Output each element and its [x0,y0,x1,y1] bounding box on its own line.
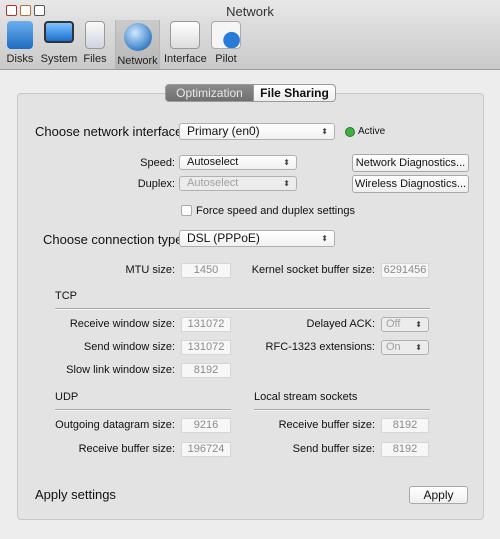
globe-icon [123,23,152,51]
delayed-ack-label: Delayed ACK: [306,318,375,330]
connection-type-select[interactable]: DSL (PPPoE) ⬍ [179,230,335,247]
local-heading: Local stream sockets [254,391,358,403]
speed-label: Speed: [140,157,175,169]
tab-file-sharing[interactable]: File Sharing [254,84,336,102]
connection-type-value: DSL (PPPoE) [187,231,260,245]
kernel-input[interactable]: 6291456 [381,263,429,278]
rfc-select[interactable]: On ⬍ [381,340,429,355]
udp-outgoing-input[interactable]: 9216 [181,418,231,433]
disks-icon [7,21,33,49]
speed-select[interactable]: Autoselect ⬍ [179,155,297,170]
status-text: Active [358,126,386,137]
duplex-select[interactable]: Autoselect ⬍ [179,176,297,191]
speed-value: Autoselect [187,156,239,168]
tab-optimization[interactable]: Optimization [165,84,254,102]
interface-value: Primary (en0) [187,124,260,138]
network-diagnostics-button[interactable]: Network Diagnostics... [352,154,469,172]
local-receive-input[interactable]: 8192 [381,418,429,433]
duplex-value: Autoselect [187,177,239,189]
delayed-ack-value: Off [386,318,401,330]
toolbar-item-disks[interactable]: Disks [2,18,38,68]
files-icon [85,21,105,49]
kernel-label: Kernel socket buffer size: [251,264,375,276]
wireless-diagnostics-button[interactable]: Wireless Diagnostics... [352,175,469,193]
delayed-ack-select[interactable]: Off ⬍ [381,317,429,332]
updown-icon: ⬍ [321,234,328,243]
tcp-receive-input[interactable]: 131072 [181,317,231,332]
title-bar: Network Disks System Files Network Inter… [0,0,500,70]
interface-icon [170,21,200,49]
apply-settings-label: Apply settings [35,487,116,502]
interface-label: Choose network interface: [35,124,187,139]
pilot-icon [211,21,241,49]
status-active-icon [345,127,355,137]
window-title: Network [226,4,274,19]
toolbar-item-pilot[interactable]: Pilot [210,18,242,68]
local-send-label: Send buffer size: [292,443,375,455]
force-checkbox[interactable] [181,205,192,216]
connection-type-label: Choose connection type: [43,232,187,247]
toolbar-item-files[interactable]: Files [80,18,110,68]
udp-receive-label: Receive buffer size: [78,443,175,455]
udp-receive-input[interactable]: 196724 [181,442,231,457]
updown-icon: ⬍ [283,158,290,167]
updown-icon: ⬍ [415,343,422,352]
tcp-heading: TCP [55,290,77,302]
interface-select[interactable]: Primary (en0) ⬍ [179,123,335,140]
tcp-receive-label: Receive window size: [69,318,175,330]
udp-outgoing-label: Outgoing datagram size: [55,419,175,431]
updown-icon: ⬍ [415,320,422,329]
rfc-value: On [386,341,401,353]
rfc-label: RFC-1323 extensions: [265,341,375,353]
tcp-slow-label: Slow link window size: [66,364,175,376]
toolbar-item-network[interactable]: Network [115,20,160,69]
tcp-send-label: Send window size: [83,341,175,353]
udp-divider [55,409,231,411]
local-divider [254,409,430,411]
apply-button[interactable]: Apply [409,486,468,504]
mtu-label: MTU size: [125,264,176,276]
updown-icon: ⬍ [321,127,328,136]
updown-icon: ⬍ [283,179,290,188]
mtu-input[interactable]: 1450 [181,263,231,278]
tcp-divider [55,308,430,310]
toolbar-item-interface[interactable]: Interface [164,18,207,68]
local-receive-label: Receive buffer size: [278,419,375,431]
toolbar-item-system[interactable]: System [40,18,78,68]
force-label: Force speed and duplex settings [196,205,355,217]
display-icon [44,21,74,43]
tcp-slow-input[interactable]: 8192 [181,363,231,378]
udp-heading: UDP [55,391,79,403]
local-send-input[interactable]: 8192 [381,442,429,457]
duplex-label: Duplex: [137,178,175,190]
tcp-send-input[interactable]: 131072 [181,340,231,355]
